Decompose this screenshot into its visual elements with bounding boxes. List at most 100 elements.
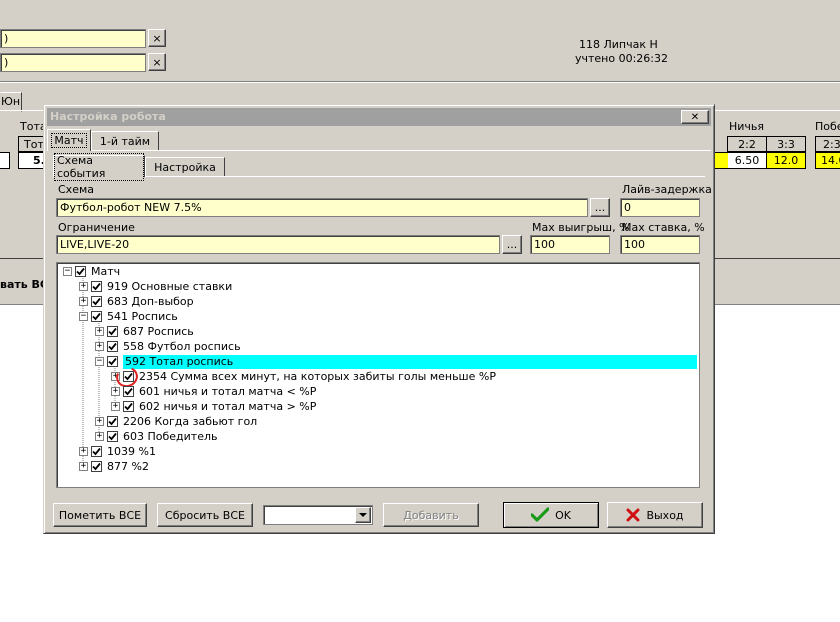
tab-event-scheme[interactable]: Схема события bbox=[53, 152, 145, 181]
tree-item[interactable]: +601 ничья и тотал матча < %P bbox=[111, 384, 316, 399]
restriction-field[interactable]: LIVE,LIVE-20 bbox=[56, 235, 500, 254]
tab-first-half[interactable]: 1-й тайм bbox=[91, 131, 159, 151]
max-win-label: Max выигрыш, % bbox=[532, 221, 630, 234]
expand-plus-icon[interactable]: + bbox=[79, 297, 88, 306]
tree-checkbox[interactable] bbox=[123, 401, 134, 412]
ok-button[interactable]: OK bbox=[503, 502, 599, 528]
tree-item-label: 687 Роспись bbox=[123, 325, 194, 338]
draw-score-cell: 3:3 bbox=[766, 136, 806, 152]
mark-all-partial: вать ВС bbox=[0, 278, 49, 291]
tree-item[interactable]: − Матч bbox=[63, 264, 120, 279]
tree-item[interactable]: +2354 Сумма всех минут, на которых забит… bbox=[111, 363, 496, 391]
max-bet-field[interactable]: 100 bbox=[620, 235, 700, 254]
tree-item[interactable]: − 541 Роспись bbox=[79, 309, 178, 324]
expand-plus-icon[interactable]: + bbox=[111, 387, 120, 396]
expand-plus-icon[interactable]: + bbox=[95, 342, 104, 351]
tree-item[interactable]: − 592 Тотал роспись bbox=[95, 354, 697, 369]
mark-all-button[interactable]: Пометить ВСЕ bbox=[53, 503, 147, 527]
schema-browse-button[interactable]: ... bbox=[590, 198, 610, 217]
inner-tab-panel bbox=[53, 176, 705, 178]
tree-checkbox[interactable] bbox=[91, 296, 102, 307]
tree-item-label: 877 %2 bbox=[107, 460, 149, 473]
tree-item[interactable]: +687 Роспись bbox=[95, 324, 194, 339]
tab-match[interactable]: Матч bbox=[47, 129, 91, 151]
add-button[interactable]: Добавить bbox=[383, 503, 479, 527]
expand-plus-icon[interactable]: + bbox=[95, 327, 104, 336]
reset-all-button[interactable]: Сбросить ВСЕ bbox=[157, 503, 253, 527]
winner-odds-cell[interactable]: 14.0 bbox=[815, 152, 840, 169]
tree-checkbox[interactable] bbox=[113, 363, 141, 391]
tree-checkbox[interactable] bbox=[91, 311, 102, 322]
expand-plus-icon[interactable]: + bbox=[79, 282, 88, 291]
draw-odds-cell[interactable]: 6.50 bbox=[727, 152, 767, 169]
tree-checkbox[interactable] bbox=[123, 386, 134, 397]
tree-item-label: 1039 %1 bbox=[107, 445, 156, 458]
tree-item[interactable]: +603 Победитель bbox=[95, 429, 218, 444]
schema-label: Схема bbox=[58, 183, 94, 196]
dialog-title: Настройка робота bbox=[50, 110, 166, 123]
tree-item-label: 602 ничья и тотал матча > %P bbox=[139, 400, 317, 413]
restriction-browse-button[interactable]: ... bbox=[502, 235, 522, 254]
clear-icon[interactable]: × bbox=[148, 53, 166, 71]
user-name-label: 118 Липчак Н bbox=[579, 38, 658, 51]
top-field-1[interactable]: ) bbox=[0, 29, 146, 48]
tree-item[interactable]: +919 Основные ставки bbox=[79, 279, 232, 294]
tree-item-label: 603 Победитель bbox=[123, 430, 218, 443]
clear-icon[interactable]: × bbox=[148, 29, 166, 47]
tree-item[interactable]: +558 Футбол роспись bbox=[95, 339, 241, 354]
tree-checkbox[interactable] bbox=[91, 281, 102, 292]
tree-item-label: 683 Доп-выбор bbox=[107, 295, 194, 308]
tree-checkbox[interactable] bbox=[107, 431, 118, 442]
tree-item[interactable]: +1039 %1 bbox=[79, 444, 156, 459]
left-partial-cell bbox=[714, 152, 728, 169]
exit-button[interactable]: Выход bbox=[607, 502, 703, 528]
tree-item-label: 2354 Сумма всех минут, на которых забиты… bbox=[139, 370, 496, 383]
collapse-minus-icon[interactable]: − bbox=[95, 357, 104, 366]
tree-item[interactable]: +683 Доп-выбор bbox=[79, 294, 194, 309]
collapse-minus-icon[interactable]: − bbox=[63, 267, 72, 276]
left-edge-cell bbox=[0, 152, 10, 169]
winner-score-cell: 2:3 bbox=[815, 136, 840, 152]
tree-item[interactable]: +602 ничья и тотал матча > %P bbox=[111, 399, 316, 414]
draw-score-cell: 2:2 bbox=[727, 136, 767, 152]
top-field-2[interactable]: ) bbox=[0, 53, 146, 72]
tree-item[interactable]: +877 %2 bbox=[79, 459, 149, 474]
tree-checkbox[interactable] bbox=[91, 461, 102, 472]
tree-item-label: Матч bbox=[91, 265, 121, 278]
tab-partial[interactable]: Юн bbox=[0, 92, 22, 112]
scheme-combo[interactable] bbox=[263, 505, 373, 525]
red-x-icon bbox=[626, 508, 640, 522]
tree-item[interactable]: +2206 Когда забьют гол bbox=[95, 414, 257, 429]
dialog-title-bar[interactable]: Настройка робота ✕ bbox=[47, 108, 711, 126]
restriction-label: Ограничение bbox=[58, 221, 135, 234]
separator-line bbox=[0, 81, 840, 83]
expand-plus-icon[interactable]: + bbox=[95, 432, 104, 441]
chevron-down-icon[interactable] bbox=[355, 507, 371, 523]
tree-item-label: 592 Тотал роспись bbox=[123, 354, 697, 369]
expand-plus-icon[interactable]: + bbox=[95, 417, 104, 426]
tree-checkbox[interactable] bbox=[107, 416, 118, 427]
tree-checkbox[interactable] bbox=[75, 266, 86, 277]
max-win-field[interactable]: 100 bbox=[530, 235, 610, 254]
close-icon[interactable]: ✕ bbox=[681, 110, 709, 124]
max-bet-label: Max ставка, % bbox=[622, 221, 705, 234]
expand-plus-icon[interactable]: + bbox=[111, 402, 120, 411]
tree-item-label: 919 Основные ставки bbox=[107, 280, 233, 293]
elapsed-time-label: учтено 00:26:32 bbox=[575, 52, 669, 65]
expand-plus-icon[interactable]: + bbox=[79, 447, 88, 456]
tree-checkbox[interactable] bbox=[107, 326, 118, 337]
winner-column-header: Побе bbox=[815, 120, 840, 133]
draw-odds-cell-highlighted[interactable]: 12.0 bbox=[766, 152, 806, 169]
bet-tree-view[interactable]: − Матч +919 Основные ставки +683 Доп-выбор −… bbox=[56, 262, 700, 488]
live-delay-field[interactable]: 0 bbox=[620, 198, 700, 217]
tree-checkbox[interactable] bbox=[91, 446, 102, 457]
expand-plus-icon[interactable]: + bbox=[79, 462, 88, 471]
live-delay-label: Лайв-задержка bbox=[622, 183, 712, 196]
outer-tab-panel bbox=[47, 150, 711, 152]
tab-settings[interactable]: Настройка bbox=[145, 157, 225, 177]
collapse-minus-icon[interactable]: − bbox=[79, 312, 88, 321]
tree-checkbox[interactable] bbox=[107, 356, 118, 367]
tree-checkbox[interactable] bbox=[107, 341, 118, 352]
tree-item-label: 558 Футбол роспись bbox=[123, 340, 241, 353]
schema-field[interactable]: Футбол-робот NEW 7.5% bbox=[56, 198, 588, 217]
